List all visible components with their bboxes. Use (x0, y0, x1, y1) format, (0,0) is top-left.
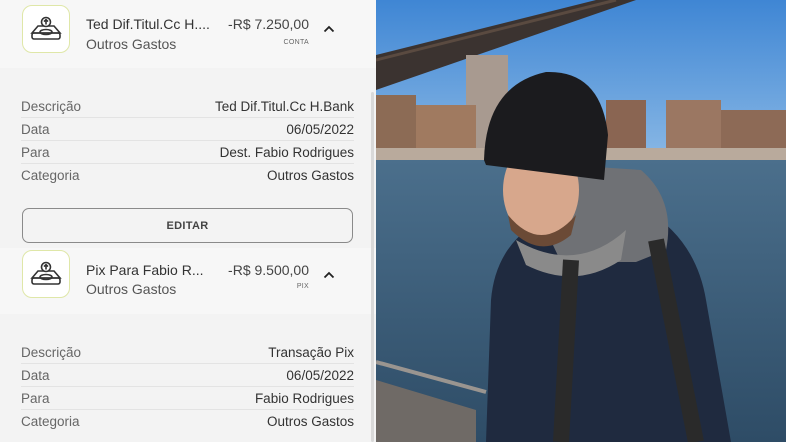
transaction-type: PIX (296, 283, 309, 290)
detail-value: 06/05/2022 (286, 368, 354, 383)
detail-row-para: Para Dest. Fabio Rodrigues (21, 141, 354, 164)
detail-label: Para (21, 391, 50, 406)
transaction-panel: Ted Dif.Titul.Cc H.... Outros Gastos -R$… (0, 0, 376, 442)
detail-label: Descrição (21, 345, 82, 360)
transaction-title: Pix Para Fabio R... (86, 262, 204, 278)
detail-row-descricao: Descrição Ted Dif.Titul.Cc H.Bank (21, 95, 354, 118)
detail-value: Ted Dif.Titul.Cc H.Bank (214, 99, 354, 114)
chevron-up-icon[interactable] (318, 264, 340, 286)
detail-label: Data (21, 368, 50, 383)
transaction-category: Outros Gastos (86, 281, 177, 297)
transaction-details: Descrição Transação Pix Data 06/05/2022 … (0, 314, 376, 442)
detail-label: Descrição (21, 99, 82, 114)
detail-value: Transação Pix (268, 345, 354, 360)
detail-label: Categoria (21, 168, 80, 183)
transaction-category: Outros Gastos (86, 36, 177, 52)
detail-label: Data (21, 122, 50, 137)
edit-button[interactable]: EDITAR (22, 208, 353, 243)
detail-row-data: Data 06/05/2022 (21, 364, 354, 387)
detail-value: Fabio Rodrigues (254, 391, 354, 406)
transaction-header[interactable]: Pix Para Fabio R... Outros Gastos -R$ 9.… (0, 248, 376, 314)
detail-row-categoria: Categoria Outros Gastos (21, 164, 354, 186)
detail-value: Outros Gastos (266, 168, 354, 183)
transaction-amount: -R$ 9.500,00 (228, 262, 309, 278)
transaction-type: CONTA (283, 39, 309, 46)
detail-value: Outros Gastos (266, 414, 354, 429)
scrollbar[interactable] (371, 92, 374, 442)
detail-row-para: Para Fabio Rodrigues (21, 387, 354, 410)
detail-label: Categoria (21, 414, 80, 429)
money-transfer-icon (22, 5, 70, 53)
transaction-title: Ted Dif.Titul.Cc H.... (86, 16, 210, 32)
detail-row-descricao: Descrição Transação Pix (21, 341, 354, 364)
person-photo (376, 0, 786, 442)
chevron-up-icon[interactable] (318, 18, 340, 40)
detail-row-data: Data 06/05/2022 (21, 118, 354, 141)
transaction-header[interactable]: Ted Dif.Titul.Cc H.... Outros Gastos -R$… (0, 0, 376, 68)
detail-row-categoria: Categoria Outros Gastos (21, 410, 354, 432)
money-transfer-icon (22, 250, 70, 298)
detail-value: 06/05/2022 (286, 122, 354, 137)
detail-label: Para (21, 145, 50, 160)
detail-value: Dest. Fabio Rodrigues (219, 145, 354, 160)
transaction-amount: -R$ 7.250,00 (228, 16, 309, 32)
